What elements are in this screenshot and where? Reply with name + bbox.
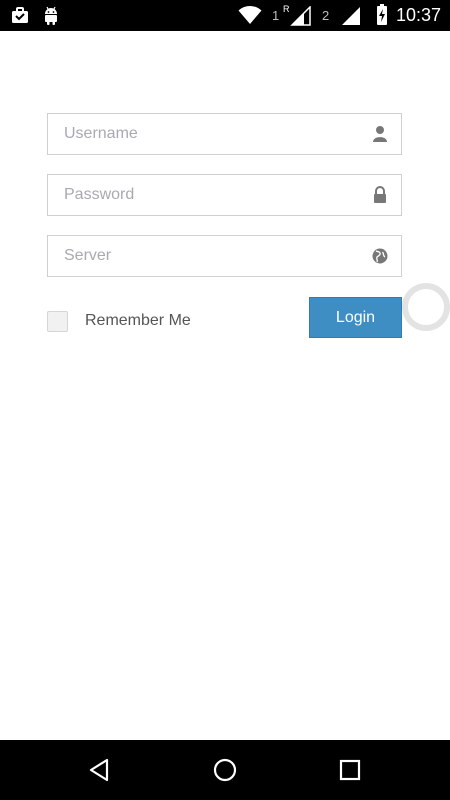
user-icon [372,125,388,143]
password-input[interactable] [48,175,374,215]
battery-charging-icon [376,4,388,26]
android-icon [42,5,60,25]
globe-icon [372,247,388,265]
sim1-label: 1 [271,8,280,23]
back-icon[interactable] [87,757,113,783]
server-field[interactable] [47,235,402,277]
recents-icon[interactable] [337,757,363,783]
username-input[interactable] [48,114,374,154]
signal-icon [341,7,360,25]
loading-spinner [402,283,450,331]
system-icons: 1 R 2 10:37 [238,3,441,27]
password-field[interactable] [47,174,402,216]
status-bar: 1 R 2 10:37 [0,0,450,31]
signal-icon [290,6,311,26]
clock: 10:37 [395,4,441,25]
sim2-signal: 2 [322,3,362,27]
home-icon[interactable] [212,757,238,783]
sim1-signal: 1 R [272,3,312,27]
remember-me-label[interactable]: Remember Me [85,312,191,330]
notification-icons [10,5,60,25]
spinner-ring [402,283,450,331]
lock-icon [372,186,388,204]
navigation-bar [0,740,450,800]
briefcase-icon [10,5,30,25]
roaming-indicator: R [282,4,290,14]
username-field[interactable] [47,113,402,155]
remember-me-checkbox[interactable] [47,311,68,332]
server-input[interactable] [48,236,374,276]
wifi-icon [238,5,262,25]
login-button[interactable]: Login [309,297,402,338]
sim2-label: 2 [321,8,330,23]
